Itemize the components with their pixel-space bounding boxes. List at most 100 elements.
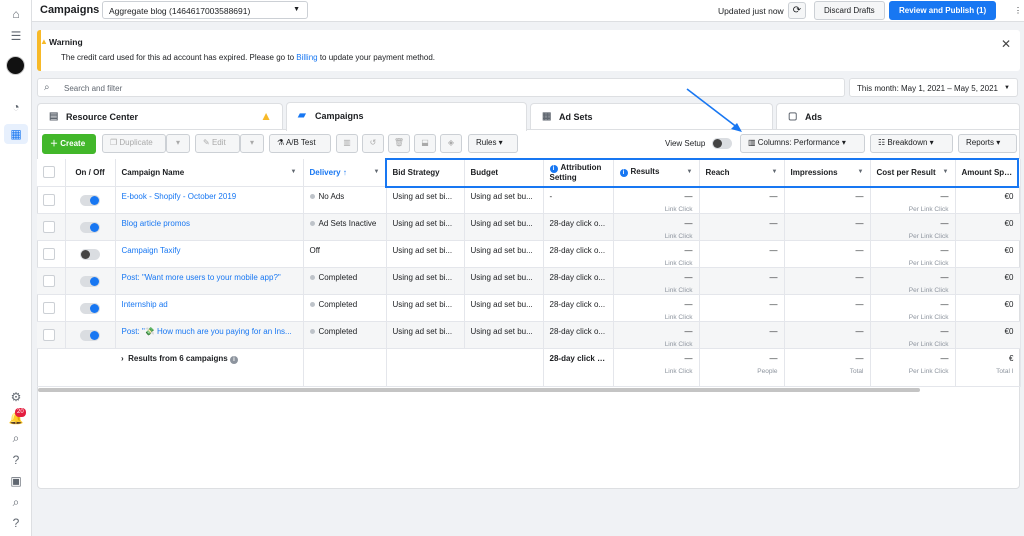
- col-results[interactable]: i Results ▼: [613, 159, 700, 187]
- attribution-cell: 28-day click o...: [543, 240, 614, 268]
- spent-cell: €0: [955, 294, 1021, 322]
- settings-icon[interactable]: ⚙: [8, 389, 24, 405]
- col-campaign-name[interactable]: Campaign Name ▼: [115, 159, 304, 187]
- horizontal-scrollbar[interactable]: [38, 388, 920, 392]
- breakdown-icon: ☷: [878, 138, 888, 147]
- view-setup-toggle[interactable]: [712, 138, 732, 149]
- search-icon[interactable]: ⌕: [8, 430, 24, 446]
- col-amount-spent[interactable]: Amount Spent: [955, 159, 1021, 187]
- summary-label-cell[interactable]: › Results from 6 campaigns i: [115, 348, 304, 387]
- status-dot: [309, 220, 315, 226]
- trash-icon[interactable]: 🗑: [388, 134, 410, 153]
- preview-icon[interactable]: ⬓: [414, 134, 436, 153]
- discard-drafts-button[interactable]: Discard Drafts: [814, 1, 885, 20]
- updated-status: Updated just now: [718, 6, 784, 16]
- row-checkbox[interactable]: [43, 328, 55, 341]
- account-avatar[interactable]: [6, 56, 25, 75]
- pencil-icon: ✎: [203, 138, 212, 147]
- menu-icon[interactable]: ☰: [8, 28, 24, 44]
- chevron-down-icon: ▼: [942, 169, 949, 175]
- campaign-name-link[interactable]: Internship ad: [115, 294, 304, 322]
- undo-icon[interactable]: ↺: [362, 134, 384, 153]
- home-icon[interactable]: ⌂: [8, 6, 24, 22]
- attribution-cell: 28-day click o...: [543, 213, 614, 241]
- edit-dropdown[interactable]: ▾: [240, 134, 264, 153]
- impressions-cell: —: [784, 186, 871, 214]
- table-row[interactable]: Internship ad Completed Using ad set bi.…: [37, 294, 1021, 322]
- table-row[interactable]: E-book - Shopify - October 2019 No Ads U…: [37, 186, 1021, 214]
- help-icon[interactable]: ?: [8, 452, 24, 468]
- rules-button[interactable]: Rules ▾: [468, 134, 518, 153]
- bid-strategy-cell: Using ad set bi...: [386, 186, 465, 214]
- status-dot: [309, 301, 315, 307]
- bid-strategy-cell: Using ad set bi...: [386, 213, 465, 241]
- more-icon[interactable]: ⋮: [1014, 6, 1022, 15]
- row-checkbox[interactable]: [43, 193, 55, 206]
- table-icon[interactable]: ▦: [8, 126, 24, 142]
- table-row[interactable]: Post: "💸 How much are you paying for an …: [37, 321, 1021, 349]
- impressions-cell: —: [784, 240, 871, 268]
- cpr-cell: — Per Link Click: [870, 321, 956, 349]
- tag-icon[interactable]: ◈: [440, 134, 462, 153]
- campaign-toggle[interactable]: [79, 221, 100, 233]
- col-cost-per-result[interactable]: Cost per Result ▼: [870, 159, 956, 187]
- reports-button[interactable]: Reports ▾: [958, 134, 1017, 153]
- close-icon[interactable]: ✕: [1001, 37, 1011, 51]
- col-attribution[interactable]: i Attribution Setting: [543, 159, 614, 187]
- panel-icon[interactable]: ▣: [8, 473, 24, 489]
- col-delivery[interactable]: Delivery ↑ ▼: [303, 159, 387, 187]
- col-reach[interactable]: Reach ▼: [699, 159, 785, 187]
- row-checkbox[interactable]: [43, 301, 55, 314]
- select-all-checkbox[interactable]: [43, 166, 55, 179]
- review-publish-button[interactable]: Review and Publish (1): [889, 1, 997, 20]
- search-placeholder: Search and filter: [64, 84, 123, 93]
- campaign-toggle[interactable]: [79, 194, 100, 206]
- search-icon-2[interactable]: ⌕: [8, 494, 24, 510]
- campaign-toggle[interactable]: [79, 302, 100, 314]
- dashboard-icon[interactable]: ◔: [8, 99, 24, 115]
- tab-resource-center[interactable]: ▤ Resource Center ▲: [37, 103, 283, 130]
- col-budget[interactable]: Budget: [464, 159, 544, 187]
- campaign-name-link[interactable]: Blog article promos: [115, 213, 304, 241]
- col-bid-strategy[interactable]: Bid Strategy: [386, 159, 465, 187]
- chevron-down-icon: ▼: [1004, 85, 1010, 91]
- tab-campaigns[interactable]: ▰ Campaigns: [286, 102, 527, 131]
- campaign-toggle[interactable]: [79, 275, 100, 287]
- plus-icon: ＋: [50, 139, 61, 148]
- col-onoff[interactable]: On / Off: [65, 159, 116, 187]
- duplicate-dropdown[interactable]: ▾: [166, 134, 190, 153]
- campaign-name-link[interactable]: E-book - Shopify - October 2019: [115, 186, 304, 214]
- bid-strategy-cell: Using ad set bi...: [386, 321, 465, 349]
- billing-link[interactable]: Billing: [296, 53, 317, 62]
- refresh-icon[interactable]: ⟳: [788, 2, 806, 19]
- spent-cell: €0: [955, 267, 1021, 295]
- row-checkbox[interactable]: [43, 220, 55, 233]
- row-checkbox[interactable]: [43, 247, 55, 260]
- help-icon-2[interactable]: ?: [8, 515, 24, 531]
- budget-cell: Using ad set bu...: [464, 267, 544, 295]
- columns-button[interactable]: ▥ Columns: Performance ▾: [740, 134, 865, 153]
- duplicate-button[interactable]: ❐ Duplicate: [102, 134, 166, 153]
- delivery-status: Off: [303, 240, 387, 268]
- date-range-picker[interactable]: This month: May 1, 2021 – May 5, 2021 ▼: [849, 78, 1018, 97]
- ab-test-button[interactable]: ⚗ A/B Test: [269, 134, 331, 153]
- table-header-row: On / Off Campaign Name ▼ Delivery ↑ ▼ Bid …: [37, 159, 1021, 187]
- tab-ads[interactable]: ▢ Ads: [776, 103, 1020, 130]
- campaign-name-link[interactable]: Campaign Taxify: [115, 240, 304, 268]
- row-checkbox[interactable]: [43, 274, 55, 287]
- budget-cell: Using ad set bu...: [464, 213, 544, 241]
- table-row[interactable]: Campaign Taxify Off Using ad set bi... U…: [37, 240, 1021, 268]
- create-button[interactable]: ＋ Create: [42, 134, 96, 154]
- col-impressions[interactable]: Impressions ▼: [784, 159, 871, 187]
- campaign-name-link[interactable]: Post: "💸 How much are you paying for an …: [115, 321, 304, 349]
- edit-button[interactable]: ✎ Edit: [195, 134, 240, 153]
- campaign-name-link[interactable]: Post: "Want more users to your mobile ap…: [115, 267, 304, 295]
- table-row[interactable]: Post: "Want more users to your mobile ap…: [37, 267, 1021, 295]
- breakdown-button[interactable]: ☷ Breakdown ▾: [870, 134, 953, 153]
- clipboard-icon[interactable]: ▥: [336, 134, 358, 153]
- account-selector[interactable]: Aggregate blog (1464617003588691) ▼: [102, 1, 308, 19]
- campaign-toggle[interactable]: [79, 248, 100, 260]
- campaign-toggle[interactable]: [79, 329, 100, 341]
- table-row[interactable]: Blog article promos Ad Sets Inactive Usi…: [37, 213, 1021, 241]
- info-icon: i: [229, 355, 238, 364]
